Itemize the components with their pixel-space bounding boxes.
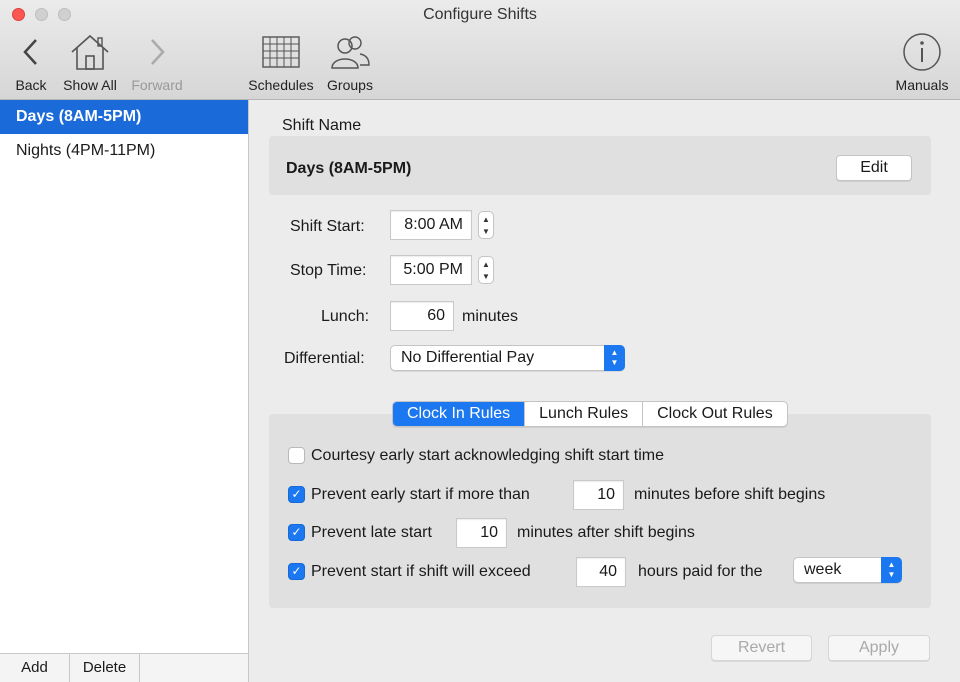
shift-start-label: Shift Start: xyxy=(290,218,365,235)
shift-start-field[interactable]: 8:00 AM xyxy=(390,210,472,240)
sidebar-item-days[interactable]: Days (8AM-5PM) xyxy=(0,100,248,134)
revert-button[interactable]: Revert xyxy=(711,635,812,661)
schedules-button[interactable]: Schedules xyxy=(246,32,316,93)
differential-select[interactable]: No Differential Pay ▲ ▼ xyxy=(390,345,625,371)
back-label: Back xyxy=(15,77,47,93)
schedules-label: Schedules xyxy=(248,77,314,93)
chevron-updown-icon: ▲ ▼ xyxy=(604,345,625,371)
differential-label: Differential: xyxy=(284,350,365,367)
window-toolbar: Configure Shifts Back Show All Forward S… xyxy=(0,0,960,100)
stop-time-label: Stop Time: xyxy=(290,262,367,279)
window-title: Configure Shifts xyxy=(423,6,537,23)
prevent-exceed-checkbox[interactable]: ✓ xyxy=(288,563,305,580)
shift-name-heading: Shift Name xyxy=(282,117,362,134)
home-icon xyxy=(60,32,120,72)
edit-button[interactable]: Edit xyxy=(836,155,912,181)
courtesy-label: Courtesy early start acknowledging shift… xyxy=(311,447,665,464)
prevent-late-minutes-field[interactable]: 10 xyxy=(456,518,507,548)
add-shift-button[interactable]: Add xyxy=(0,654,70,682)
delete-shift-button[interactable]: Delete xyxy=(70,654,140,682)
apply-button[interactable]: Apply xyxy=(828,635,930,661)
prevent-exceed-suffix: hours paid for the xyxy=(638,563,763,580)
show-all-button[interactable]: Show All xyxy=(60,32,120,93)
lunch-unit-label: minutes xyxy=(462,308,519,325)
lunch-label: Lunch: xyxy=(321,308,370,325)
manuals-button[interactable]: Manuals xyxy=(893,32,951,93)
chevron-left-icon xyxy=(13,32,49,72)
back-button[interactable]: Back xyxy=(13,32,49,93)
shift-name-panel: Days (8AM-5PM) Edit xyxy=(269,136,931,195)
prevent-late-checkbox[interactable]: ✓ xyxy=(288,524,305,541)
prevent-early-minutes-field[interactable]: 10 xyxy=(573,480,624,510)
shift-start-stepper[interactable]: ▲ ▼ xyxy=(478,211,494,239)
tab-clock-out-rules[interactable]: Clock Out Rules xyxy=(643,402,787,426)
shift-list-sidebar: Days (8AM-5PM) Nights (4PM-11PM) Add Del… xyxy=(0,100,249,682)
prevent-early-checkbox[interactable]: ✓ xyxy=(288,486,305,503)
prevent-exceed-label: Prevent start if shift will exceed xyxy=(311,563,531,580)
show-all-label: Show All xyxy=(63,77,117,93)
period-select-value: week xyxy=(804,561,842,578)
tab-clock-in-rules[interactable]: Clock In Rules xyxy=(393,402,526,426)
group-people-icon xyxy=(325,32,375,72)
prevent-late-suffix: minutes after shift begins xyxy=(517,524,695,541)
prevent-late-label: Prevent late start xyxy=(311,524,432,541)
chevron-updown-icon: ▲ ▼ xyxy=(881,557,902,583)
stop-time-field[interactable]: 5:00 PM xyxy=(390,255,472,285)
rules-tab-bar: Clock In Rules Lunch Rules Clock Out Rul… xyxy=(392,401,788,427)
prevent-early-label: Prevent early start if more than xyxy=(311,486,530,503)
chevron-right-icon xyxy=(128,32,186,72)
differential-select-value: No Differential Pay xyxy=(401,349,535,366)
lunch-minutes-field[interactable]: 60 xyxy=(390,301,454,331)
groups-button[interactable]: Groups xyxy=(325,32,375,93)
shift-name-value: Days (8AM-5PM) xyxy=(286,160,412,177)
tab-lunch-rules[interactable]: Lunch Rules xyxy=(525,402,644,426)
stop-time-stepper[interactable]: ▲ ▼ xyxy=(478,256,494,284)
forward-label: Forward xyxy=(131,77,183,93)
forward-button[interactable]: Forward xyxy=(128,32,186,93)
period-select[interactable]: week ▲ ▼ xyxy=(793,557,902,583)
sidebar-bottom-bar: Add Delete xyxy=(0,653,248,682)
prevent-exceed-hours-field[interactable]: 40 xyxy=(576,557,626,587)
sidebar-item-nights[interactable]: Nights (4PM-11PM) xyxy=(0,134,248,168)
courtesy-checkbox[interactable] xyxy=(288,447,305,464)
calendar-grid-icon xyxy=(246,32,316,72)
groups-label: Groups xyxy=(327,77,373,93)
prevent-early-suffix: minutes before shift begins xyxy=(634,486,826,503)
info-icon xyxy=(893,32,951,72)
manuals-label: Manuals xyxy=(895,77,949,93)
